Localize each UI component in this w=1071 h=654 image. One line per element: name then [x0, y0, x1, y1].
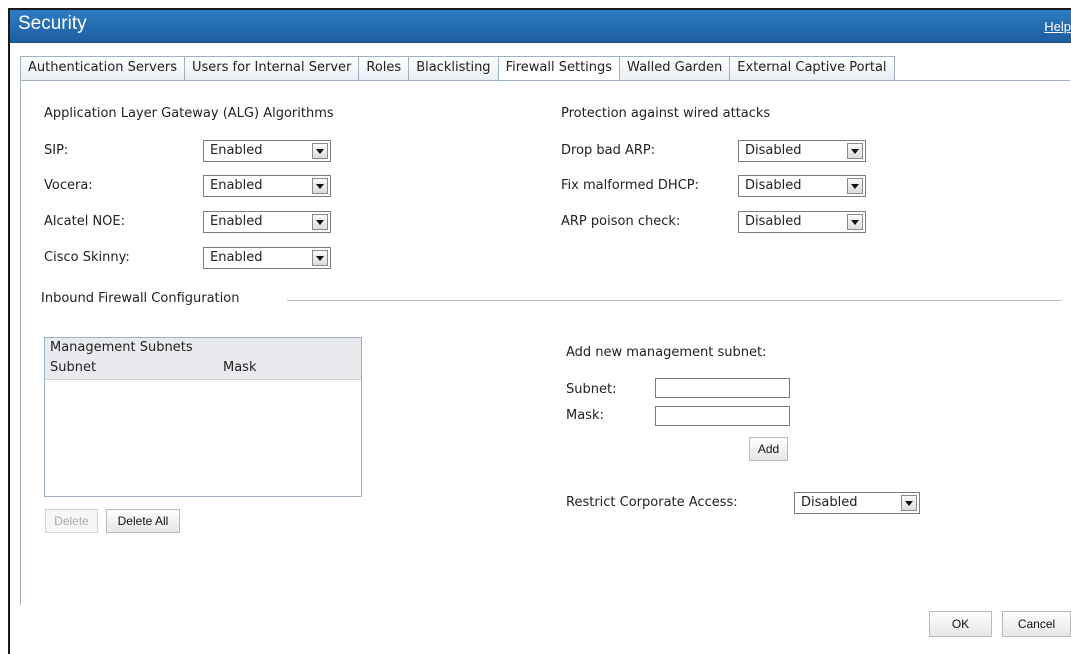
fix-malformed-dhcp-select-value: Disabled	[745, 178, 802, 193]
tab-blacklisting[interactable]: Blacklisting	[408, 56, 498, 81]
ok-button[interactable]: OK	[929, 611, 992, 637]
tab-roles[interactable]: Roles	[358, 56, 409, 81]
chevron-down-icon	[312, 214, 328, 230]
drop-bad-arp-select[interactable]: Disabled	[738, 140, 866, 162]
list-column-header: Subnet Mask	[45, 359, 361, 380]
drop-bad-arp-select-value: Disabled	[745, 143, 802, 158]
arp-poison-check-label: ARP poison check:	[561, 214, 681, 229]
window-title: Security	[18, 13, 87, 34]
alg-heading: Application Layer Gateway (ALG) Algorith…	[44, 106, 334, 121]
add-button[interactable]: Add	[749, 437, 788, 461]
drop-bad-arp-label: Drop bad ARP:	[561, 143, 656, 158]
cisco-skinny-select[interactable]: Enabled	[203, 247, 331, 269]
vocera-label: Vocera:	[44, 178, 93, 193]
subnet-input[interactable]	[655, 378, 790, 398]
mask-label: Mask:	[566, 408, 604, 423]
chevron-down-icon	[847, 178, 863, 194]
chevron-down-icon	[312, 178, 328, 194]
restrict-corporate-access-label: Restrict Corporate Access:	[566, 495, 738, 510]
column-mask: Mask	[223, 360, 257, 375]
vocera-select[interactable]: Enabled	[203, 175, 331, 197]
fix-malformed-dhcp-select[interactable]: Disabled	[738, 175, 866, 197]
alcatel-noe-select[interactable]: Enabled	[203, 211, 331, 233]
firewall-settings-panel: Application Layer Gateway (ALG) Algorith…	[20, 80, 1070, 605]
chevron-down-icon	[312, 143, 328, 159]
restrict-corporate-access-select[interactable]: Disabled	[794, 492, 920, 514]
title-bar: Security Help	[10, 10, 1071, 43]
column-subnet: Subnet	[50, 360, 97, 375]
sip-select-value: Enabled	[210, 143, 263, 158]
subnet-label: Subnet:	[566, 382, 617, 397]
chevron-down-icon	[312, 250, 328, 266]
fix-malformed-dhcp-label: Fix malformed DHCP:	[561, 178, 699, 193]
chevron-down-icon	[847, 214, 863, 230]
tab-users-for-internal-server[interactable]: Users for Internal Server	[183, 56, 359, 81]
wired-heading: Protection against wired attacks	[561, 106, 771, 121]
sip-select[interactable]: Enabled	[203, 140, 331, 162]
cisco-skinny-select-value: Enabled	[210, 250, 263, 265]
vocera-select-value: Enabled	[210, 178, 263, 193]
arp-poison-check-select[interactable]: Disabled	[738, 211, 866, 233]
list-title-row: Management Subnets	[45, 338, 361, 360]
sip-label: SIP:	[44, 143, 69, 158]
chevron-down-icon	[847, 143, 863, 159]
add-subnet-heading: Add new management subnet:	[566, 345, 767, 360]
alcatel-noe-select-value: Enabled	[210, 214, 263, 229]
mask-input[interactable]	[655, 406, 790, 426]
management-subnets-list[interactable]: Management Subnets Subnet Mask	[44, 337, 362, 497]
help-link[interactable]: Help	[1044, 19, 1071, 34]
delete-button[interactable]: Delete	[45, 509, 98, 533]
section-divider	[287, 300, 1061, 301]
restrict-corporate-access-value: Disabled	[801, 495, 858, 510]
tab-bar: Authentication Servers Users for Interna…	[20, 56, 895, 82]
security-dialog: Security Help Authentication Servers Use…	[8, 8, 1071, 654]
tab-firewall-settings[interactable]: Firewall Settings	[497, 56, 620, 82]
tab-external-captive-portal[interactable]: External Captive Portal	[729, 56, 895, 81]
alcatel-noe-label: Alcatel NOE:	[44, 214, 126, 229]
tab-authentication-servers[interactable]: Authentication Servers	[20, 56, 184, 81]
list-title: Management Subnets	[50, 340, 193, 355]
arp-poison-check-select-value: Disabled	[745, 214, 802, 229]
cancel-button[interactable]: Cancel	[1002, 611, 1071, 637]
chevron-down-icon	[901, 495, 917, 511]
tab-walled-garden[interactable]: Walled Garden	[619, 56, 730, 81]
inbound-heading: Inbound Firewall Configuration	[41, 291, 240, 306]
cisco-skinny-label: Cisco Skinny:	[44, 250, 130, 265]
delete-all-button[interactable]: Delete All	[106, 509, 180, 533]
